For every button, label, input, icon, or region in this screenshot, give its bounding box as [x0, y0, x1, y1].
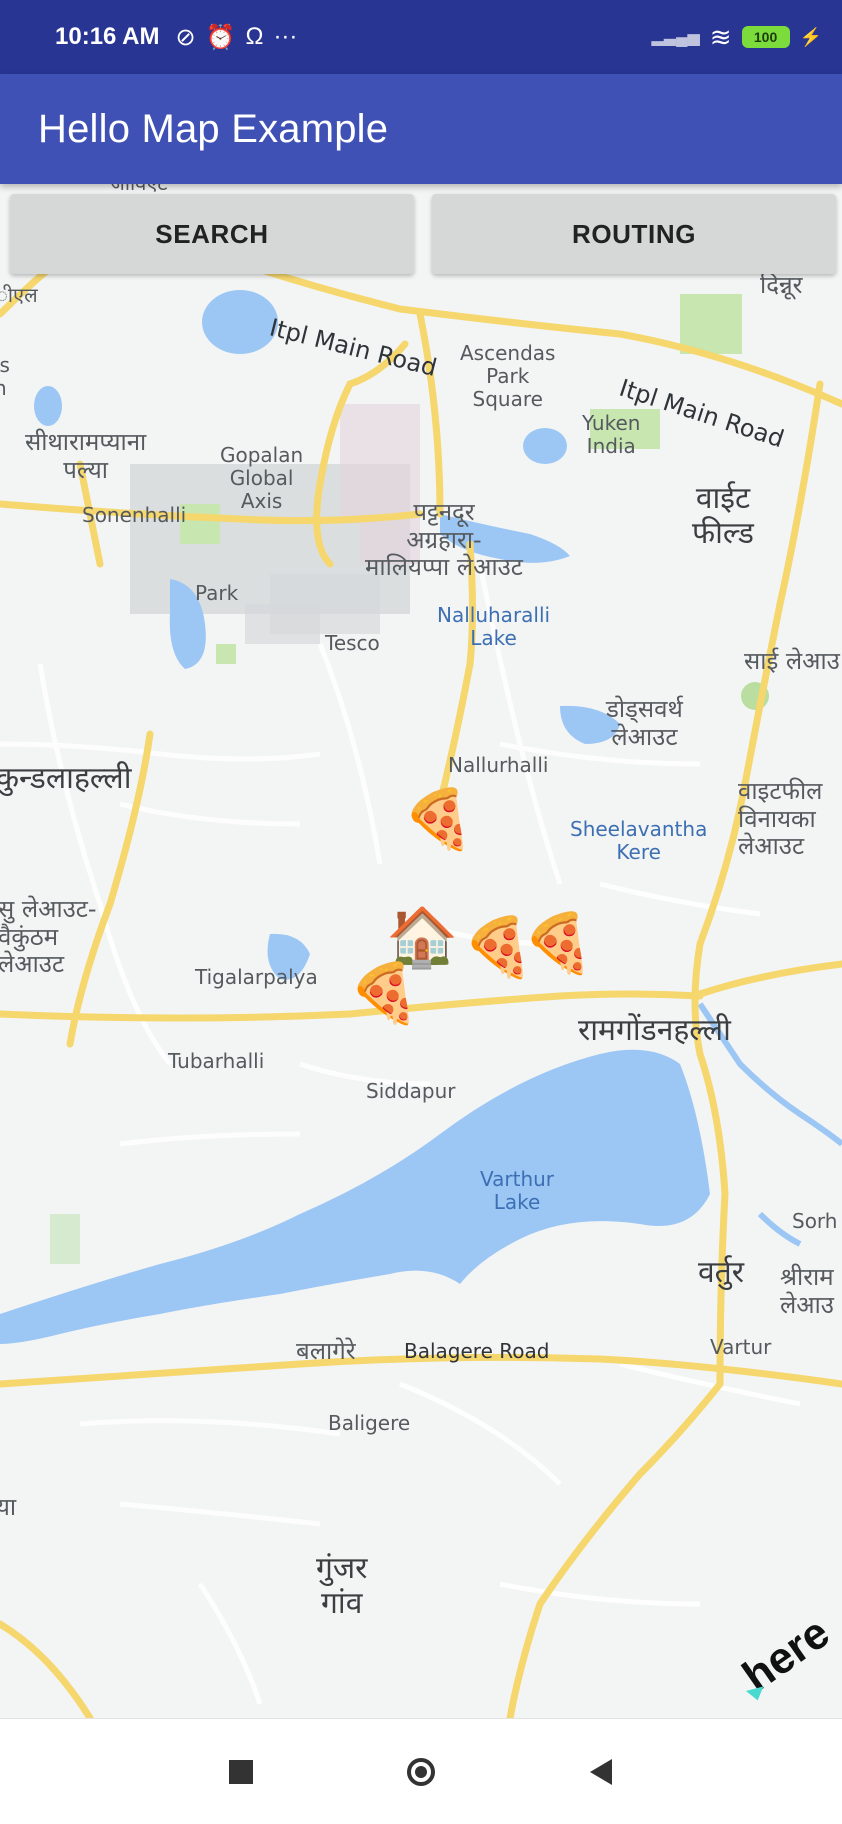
- no-mobile-data-icon: ⊘: [175, 23, 196, 51]
- map-label-gunjur-gaon: गुंजर गांव: [316, 1551, 368, 1621]
- search-button[interactable]: SEARCH: [10, 194, 414, 274]
- map-label-balagere-road: Balagere Road: [404, 1339, 550, 1363]
- status-notification-icons: ⊘ ⏰ Ω ···: [175, 23, 297, 52]
- battery-icon: 100: [741, 26, 790, 48]
- map-label-seetharampalya: सीथारामप्याना पल्या: [25, 428, 147, 484]
- map-label-tubarhalli: Tubarhalli: [168, 1049, 265, 1073]
- map-label-siddapur: Siddapur: [366, 1079, 456, 1103]
- pizza-marker-1[interactable]: 🍕: [402, 790, 474, 848]
- map-label-sonenhalli: Sonenhalli: [82, 503, 187, 527]
- back-button[interactable]: [581, 1752, 621, 1792]
- action-button-row: SEARCH ROUTING: [10, 194, 836, 274]
- map-label-balagere-hi: बलागेरे: [296, 1337, 356, 1365]
- alarm-icon: ⏰: [205, 23, 236, 51]
- map-label-edge-s: ıs n: [0, 353, 10, 400]
- map-view[interactable]: जाविएट ीएल ıs n दिन्नूर Itpl Main Road I…: [0, 184, 842, 1718]
- map-label-varthur: Vartur: [710, 1335, 772, 1359]
- map-label-whitefield-vinayaka-layout: वाइटफील विनायका लेआउट: [738, 777, 823, 861]
- map-label-sai-layout: साई लेआउ: [744, 647, 840, 675]
- map-label-baligere: Baligere: [328, 1411, 411, 1435]
- map-label-nalluharalli-lake: Nalluharalli Lake: [437, 603, 551, 650]
- recent-apps-button[interactable]: [221, 1752, 261, 1792]
- map-label-nallurhalli: Nallurhalli: [448, 753, 549, 777]
- map-label-varthur-lake: Varthur Lake: [480, 1167, 555, 1214]
- charging-icon: ⚡: [799, 26, 822, 47]
- status-time: 10:16 AM: [55, 23, 160, 50]
- more-dots-icon: ···: [273, 23, 298, 50]
- status-system-icons: ▂▃▄▅ ≋ 100 ⚡: [652, 22, 822, 53]
- map-label-edge-ya: या: [0, 1493, 17, 1521]
- map-label-dinnur: दिन्नूर: [760, 271, 803, 299]
- map-label-gopalan-global-axis: Gopalan Global Axis: [220, 443, 304, 513]
- back-triangle-icon: [590, 1758, 612, 1785]
- app-bar: Hello Map Example: [0, 74, 842, 184]
- wifi-icon: ≋: [709, 21, 732, 52]
- map-label-vaikuntam-layout: सु लेआउट- वैकुंठम लेआउट: [0, 895, 97, 979]
- app-screen: 10:16 AM ⊘ ⏰ Ω ··· ▂▃▄▅ ≋ 100 ⚡ Hello Ma…: [0, 0, 842, 1824]
- map-label-whitefield: वाईट फील्ड: [692, 481, 754, 551]
- map-label-ramagondanahalli: रामगोंडनहल्ली: [578, 1013, 731, 1048]
- signal-icon: ▂▃▄▅: [651, 29, 700, 46]
- home-marker[interactable]: 🏠: [386, 908, 458, 966]
- status-bar: 10:16 AM ⊘ ⏰ Ω ··· ▂▃▄▅ ≋ 100 ⚡: [0, 0, 842, 74]
- app-title: Hello Map Example: [38, 106, 389, 151]
- map-label-park: Park: [195, 581, 239, 605]
- map-label-sheelavantha-kere: Sheelavantha Kere: [570, 817, 708, 864]
- pizza-marker-4[interactable]: 🍕: [348, 964, 420, 1022]
- map-label-kundalahalli: कुन्डलाहल्ली: [0, 761, 132, 796]
- system-nav-bar: [0, 1718, 842, 1824]
- map-label-doddasworth-layout: डोड्सवर्थ लेआउट: [606, 695, 683, 751]
- map-label-tesco: Tesco: [325, 631, 380, 655]
- map-label-pattandur-agrahara: पट्टनदूर अग्रहारा- मालियप्पा लेआउट: [365, 498, 523, 582]
- square-icon: [229, 1759, 253, 1784]
- home-button[interactable]: [401, 1752, 441, 1792]
- map-label-sorhunase: Sorh: [792, 1209, 838, 1233]
- map-label-varthur-hi: वर्तुर: [698, 1255, 745, 1290]
- pizza-marker-3[interactable]: 🍕: [522, 914, 594, 972]
- circle-icon: [407, 1757, 435, 1786]
- routing-button[interactable]: ROUTING: [432, 194, 836, 274]
- map-label-ascendas-park-square: Ascendas Park Square: [460, 341, 556, 411]
- map-label-edge-el: ीएल: [0, 283, 38, 307]
- map-label-shree-layout: श्रीराम लेआउ: [780, 1263, 834, 1319]
- map-label-tigalarpalya: Tigalarpalya: [195, 965, 318, 989]
- map-label-yuken-india: Yuken India: [582, 411, 641, 458]
- headset-icon: Ω: [245, 23, 264, 50]
